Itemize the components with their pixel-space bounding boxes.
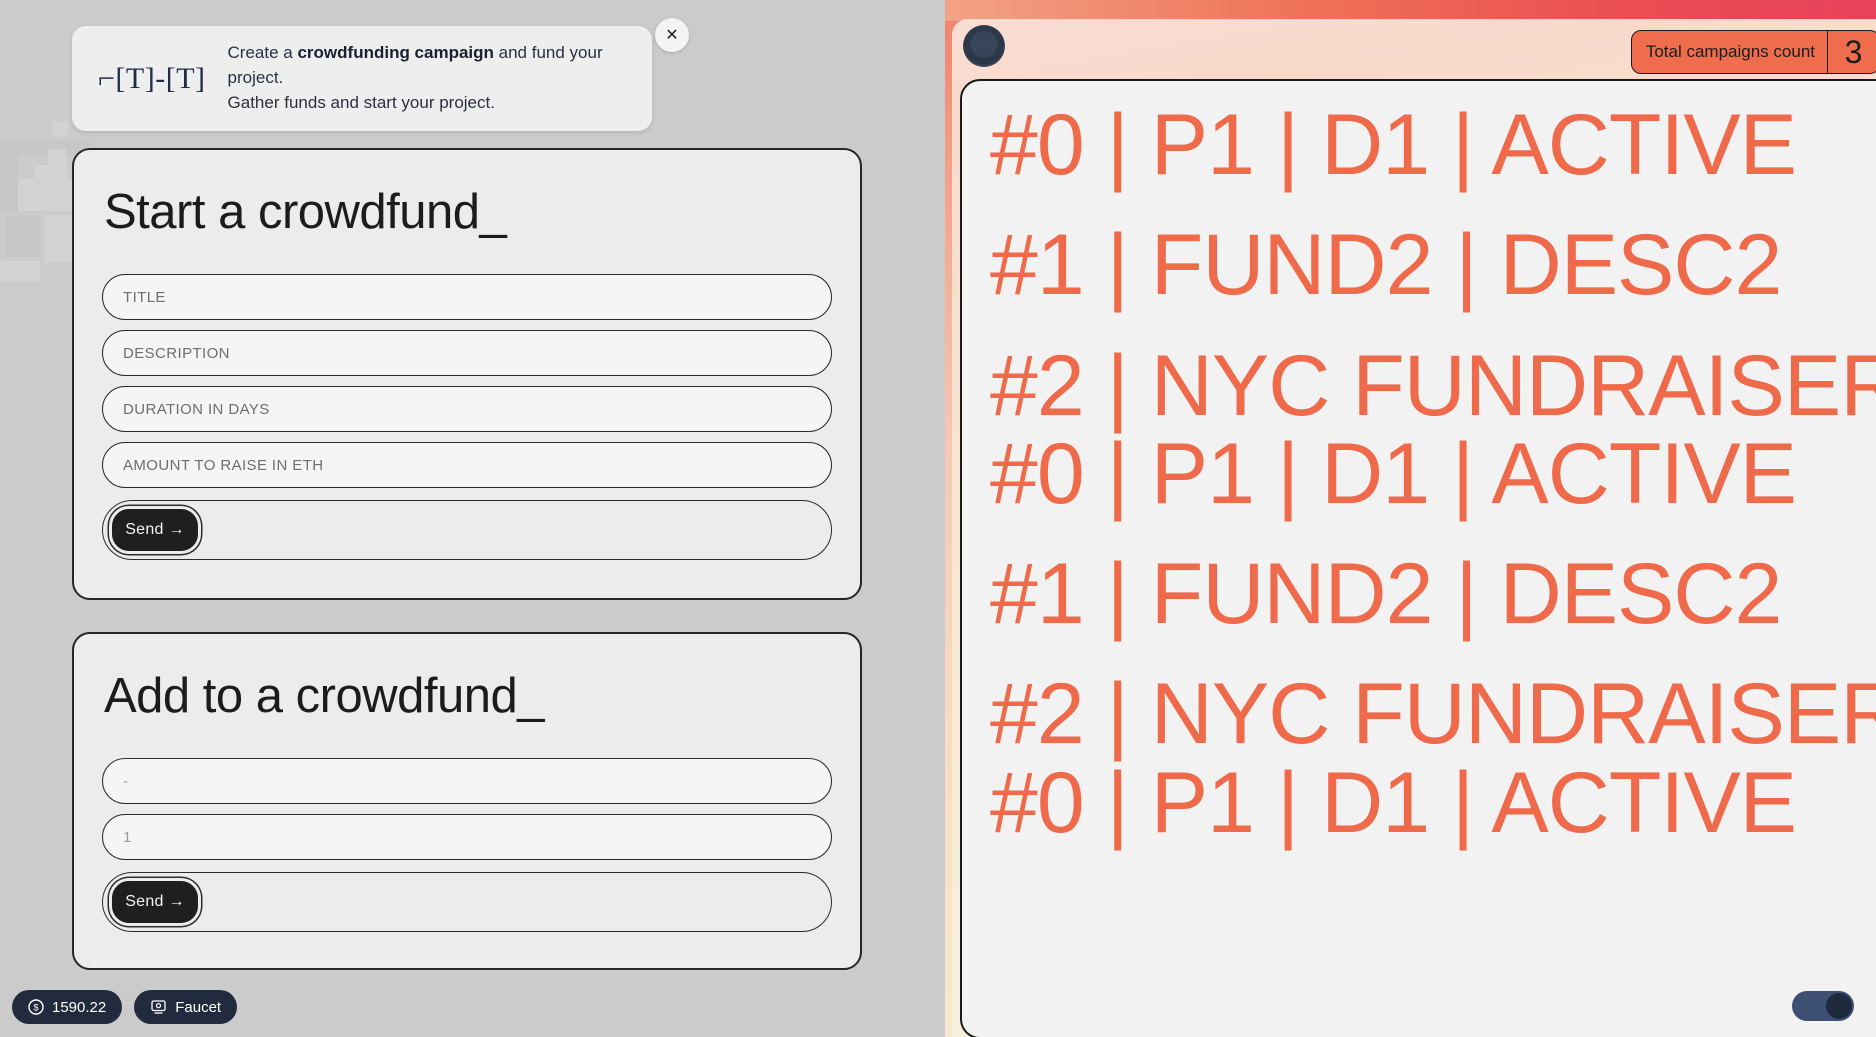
campaign-id-input[interactable]: - — [102, 758, 832, 804]
title-input[interactable]: TITLE — [102, 274, 832, 320]
banner-line1-strong: crowdfunding campaign — [297, 43, 494, 63]
left-panel: ⌐[T]-[T] Create a crowdfunding campaign … — [0, 0, 945, 1037]
total-campaigns-badge[interactable]: Total campaigns count 3 — [1630, 30, 1876, 74]
list-toggle-switch[interactable] — [1792, 991, 1854, 1021]
brand-logo: ⌐[T]-[T] — [98, 61, 206, 95]
campaign-row[interactable]: #1 | FUND2 | DESC2 — [962, 222, 1876, 308]
start-send-row: Send → — [102, 500, 832, 560]
top-gradient-strip — [945, 0, 1876, 21]
dollar-coin-icon: $ — [28, 999, 44, 1015]
total-campaigns-label: Total campaigns count — [1645, 42, 1815, 61]
info-banner: ⌐[T]-[T] Create a crowdfunding campaign … — [72, 26, 652, 131]
add-send-row: Send → — [102, 872, 832, 932]
balance-value: 1590.22 — [52, 998, 107, 1016]
start-card-fields: TITLE DESCRIPTION DURATION IN DAYS AMOUN… — [102, 274, 832, 560]
toggle-knob — [1826, 993, 1852, 1019]
start-send-button[interactable]: Send → — [109, 506, 201, 554]
campaign-row[interactable]: #2 | NYC FUNDRAISER — [962, 342, 1876, 428]
campaign-row[interactable]: #0 | P1 | D1 | ACTIVE — [962, 759, 1876, 845]
campaign-row[interactable]: #0 | P1 | D1 | ACTIVE — [962, 431, 1876, 517]
contribution-amount-input[interactable]: 1 — [102, 814, 832, 860]
add-card-fields: - 1 Send → — [102, 758, 832, 932]
status-bar: $ 1590.22 Faucet — [12, 990, 238, 1024]
faucet-label: Faucet — [175, 998, 222, 1016]
add-send-button[interactable]: Send → — [109, 878, 201, 926]
balance-pill[interactable]: $ 1590.22 — [12, 990, 123, 1024]
banner-copy: Create a crowdfunding campaign and fund … — [228, 41, 626, 116]
start-card-title: Start a crowdfund_ — [104, 185, 507, 239]
duration-input[interactable]: DURATION IN DAYS — [102, 386, 832, 432]
close-icon[interactable]: ✕ — [655, 18, 689, 52]
campaign-row[interactable]: #1 | FUND2 | DESC2 — [962, 551, 1876, 637]
start-crowdfund-card: Start a crowdfund_ TITLE DESCRIPTION DUR… — [72, 148, 862, 600]
banner-line1-pre: Create a — [227, 43, 298, 63]
avatar[interactable] — [963, 25, 1005, 67]
faucet-button[interactable]: Faucet — [134, 990, 238, 1024]
description-input[interactable]: DESCRIPTION — [102, 330, 832, 376]
campaign-row[interactable]: #0 | P1 | D1 | ACTIVE — [962, 102, 1876, 188]
banner-line-2: Gather funds and start your project. — [227, 92, 495, 112]
right-panel: Total campaigns count 3 #0 | P1 | D1 | A… — [945, 0, 1876, 1037]
svg-text:$: $ — [33, 1003, 38, 1013]
amount-input[interactable]: AMOUNT TO RAISE IN ETH — [102, 442, 832, 488]
total-campaigns-value: 3 — [1827, 31, 1876, 73]
campaign-row[interactable]: #2 | NYC FUNDRAISER — [962, 671, 1876, 757]
banner-line-1: Create a crowdfunding campaign and fund … — [228, 41, 626, 91]
campaign-list-panel: #0 | P1 | D1 | ACTIVE #1 | FUND2 | DESC2… — [960, 79, 1876, 1037]
app-root: ⌐[T]-[T] Create a crowdfunding campaign … — [0, 0, 1876, 1037]
faucet-screen-icon — [150, 999, 167, 1015]
add-crowdfund-card: Add to a crowdfund_ - 1 Send → — [72, 632, 862, 970]
add-card-title: Add to a crowdfund_ — [104, 669, 544, 723]
